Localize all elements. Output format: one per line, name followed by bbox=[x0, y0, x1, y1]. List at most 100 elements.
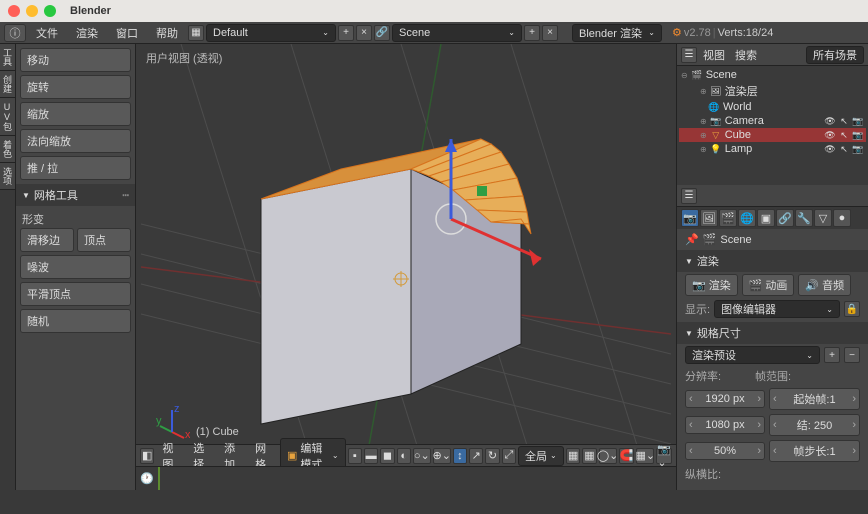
orientation-dropdown[interactable]: 全局 ⌄ bbox=[518, 446, 564, 466]
toolshelf-tab-1[interactable]: 工具 bbox=[0, 44, 15, 71]
visible-icon[interactable]: 👁 bbox=[824, 143, 836, 155]
outliner-display-dropdown[interactable]: 所有场景 bbox=[806, 46, 864, 64]
close-window-button[interactable] bbox=[8, 5, 20, 17]
minimize-window-button[interactable] bbox=[26, 5, 38, 17]
manipulator-rotate[interactable]: ↻ bbox=[485, 448, 499, 464]
layout-add-button[interactable]: + bbox=[338, 25, 354, 41]
audio-button[interactable]: 🔊音频 bbox=[798, 274, 851, 296]
lock-icon[interactable]: 🔒 bbox=[844, 301, 860, 317]
render-preview[interactable]: 📷⌄ bbox=[656, 448, 672, 464]
tool-smooth-vertex[interactable]: 平滑顶点 bbox=[20, 282, 131, 306]
tab-render[interactable]: 📷 bbox=[681, 209, 699, 227]
frame-end-field[interactable]: 结: 250 bbox=[769, 414, 860, 436]
pin-icon[interactable]: 📌 bbox=[685, 233, 699, 246]
outliner-lamp-row[interactable]: ⊕ 💡 Lamp 👁 ↖ 📷 bbox=[679, 142, 866, 156]
maximize-window-button[interactable] bbox=[44, 5, 56, 17]
tab-data[interactable]: ▽ bbox=[814, 209, 832, 227]
tab-world[interactable]: 🌐 bbox=[738, 209, 756, 227]
selmode-face[interactable]: ◼ bbox=[380, 448, 394, 464]
outliner-world-row[interactable]: 🌐 World bbox=[679, 100, 866, 114]
proportional-edit[interactable]: ◯⌄ bbox=[599, 448, 617, 464]
props-type-icon[interactable]: ☰ bbox=[681, 188, 697, 204]
selmode-edge[interactable]: ▬ bbox=[364, 448, 378, 464]
outliner-type-icon[interactable]: ☰ bbox=[681, 47, 697, 63]
shading-dropdown[interactable]: ○⌄ bbox=[413, 448, 431, 464]
outliner-renderlayers-row[interactable]: ⊕ 🖼 渲染层 bbox=[679, 82, 866, 100]
outliner-camera-row[interactable]: ⊕ 📷 Camera 👁 ↖ 📷 bbox=[679, 114, 866, 128]
visible-icon[interactable]: 👁 bbox=[824, 115, 836, 127]
mesh-tools-header[interactable]: ▼ 网格工具 ┅ bbox=[16, 184, 135, 206]
scene-remove-button[interactable]: × bbox=[542, 25, 558, 41]
resolution-y-field[interactable]: 1080 px bbox=[685, 416, 765, 434]
menu-help[interactable]: 帮助 bbox=[148, 23, 186, 43]
pivot-dropdown[interactable]: ⊕⌄ bbox=[433, 448, 451, 464]
tab-scene[interactable]: 🎬 bbox=[719, 209, 737, 227]
timeline-playhead[interactable] bbox=[158, 467, 160, 491]
tab-material[interactable]: ● bbox=[833, 209, 851, 227]
scene-dropdown[interactable]: Scene ⌄ bbox=[392, 24, 522, 42]
breadcrumb-scene[interactable]: Scene bbox=[720, 234, 751, 246]
manipulator-translate[interactable]: ↗ bbox=[469, 448, 483, 464]
outliner-tree[interactable]: ⊖ 🎬 Scene ⊕ 🖼 渲染层 🌐 World ⊕ bbox=[677, 66, 868, 185]
outliner-menu-view[interactable]: 视图 bbox=[699, 45, 729, 65]
outliner-scene-row[interactable]: ⊖ 🎬 Scene bbox=[679, 68, 866, 82]
layout-remove-button[interactable]: × bbox=[356, 25, 372, 41]
outliner-cube-row[interactable]: ⊕ ▽ Cube 👁 ↖ 📷 bbox=[679, 128, 866, 142]
renderable-icon[interactable]: 📷 bbox=[852, 115, 864, 127]
editor-type-icon[interactable]: ◧ bbox=[140, 448, 154, 464]
viewport-3d[interactable]: 用户视图 (透视) (1) Cube x y z ◧ 视图 选择 添加 网格 ▣… bbox=[136, 44, 676, 490]
menu-file[interactable]: 文件 bbox=[28, 23, 66, 43]
display-dropdown[interactable]: 图像编辑器⌄ bbox=[714, 300, 840, 318]
tool-rotate[interactable]: 旋转 bbox=[20, 75, 131, 99]
screen-layout-dropdown[interactable]: Default ⌄ bbox=[206, 24, 336, 42]
renderable-icon[interactable]: 📷 bbox=[852, 129, 864, 141]
scene-link-icon[interactable]: 🔗 bbox=[374, 25, 390, 41]
timeline[interactable]: 🕐 bbox=[136, 466, 676, 490]
resolution-x-field[interactable]: 1920 px bbox=[685, 390, 765, 408]
editor-type-icon[interactable]: ⓘ bbox=[4, 24, 26, 42]
selectable-icon[interactable]: ↖ bbox=[838, 129, 850, 141]
outliner-menu-search[interactable]: 搜索 bbox=[731, 45, 761, 65]
tab-modifiers[interactable]: 🔧 bbox=[795, 209, 813, 227]
snap-toggle[interactable]: 🧲 bbox=[619, 448, 635, 464]
render-preset-dropdown[interactable]: 渲染预设⌄ bbox=[685, 346, 820, 364]
layers-btn-2[interactable]: ▦ bbox=[582, 448, 596, 464]
toolshelf-tab-3[interactable]: UV包 bbox=[0, 98, 15, 136]
timeline-editor-icon[interactable]: 🕐 bbox=[140, 472, 154, 485]
tab-render-layers[interactable]: 🖼 bbox=[700, 209, 718, 227]
selectable-icon[interactable]: ↖ bbox=[838, 143, 850, 155]
visible-icon[interactable]: 👁 bbox=[824, 129, 836, 141]
menu-window[interactable]: 窗口 bbox=[108, 23, 146, 43]
engine-dropdown[interactable]: Blender 渲染 ⌄ bbox=[572, 24, 662, 42]
tool-normal-scale[interactable]: 法向缩放 bbox=[20, 129, 131, 153]
tool-random[interactable]: 随机 bbox=[20, 309, 131, 333]
limit-sel-icon[interactable]: ◐ bbox=[397, 448, 411, 464]
layout-grid-icon[interactable]: ▦ bbox=[188, 25, 204, 41]
tool-slide-edge[interactable]: 滑移边 bbox=[20, 228, 74, 252]
tool-push-pull[interactable]: 推 / 拉 bbox=[20, 156, 131, 180]
toolshelf-tab-5[interactable]: 选项 bbox=[0, 163, 15, 190]
preset-add-button[interactable]: + bbox=[824, 347, 840, 363]
layers-btn-1[interactable]: ▦ bbox=[566, 448, 580, 464]
viewport-canvas[interactable] bbox=[136, 44, 676, 490]
dimensions-panel-header[interactable]: ▼ 规格尺寸 bbox=[677, 322, 868, 344]
tool-noise[interactable]: 噪波 bbox=[20, 255, 131, 279]
resolution-pct-field[interactable]: 50% bbox=[685, 442, 765, 460]
selmode-vertex[interactable]: ▪ bbox=[348, 448, 362, 464]
menu-render[interactable]: 渲染 bbox=[68, 23, 106, 43]
tab-object[interactable]: ▣ bbox=[757, 209, 775, 227]
tool-vertex[interactable]: 顶点 bbox=[77, 228, 131, 252]
snap-type[interactable]: ▦⌄ bbox=[636, 448, 654, 464]
renderable-icon[interactable]: 📷 bbox=[852, 143, 864, 155]
render-button[interactable]: 📷渲染 bbox=[685, 274, 738, 296]
tool-translate[interactable]: 移动 bbox=[20, 48, 131, 72]
frame-start-field[interactable]: 起始帧:1 bbox=[769, 388, 860, 410]
selectable-icon[interactable]: ↖ bbox=[838, 115, 850, 127]
tab-constraints[interactable]: 🔗 bbox=[776, 209, 794, 227]
preset-remove-button[interactable]: − bbox=[844, 347, 860, 363]
render-panel-header[interactable]: ▼ 渲染 bbox=[677, 250, 868, 272]
tool-scale[interactable]: 缩放 bbox=[20, 102, 131, 126]
animation-button[interactable]: 🎬动画 bbox=[742, 274, 795, 296]
toolshelf-tab-2[interactable]: 创建 bbox=[0, 71, 15, 98]
toolshelf-tab-4[interactable]: 着色 bbox=[0, 136, 15, 163]
